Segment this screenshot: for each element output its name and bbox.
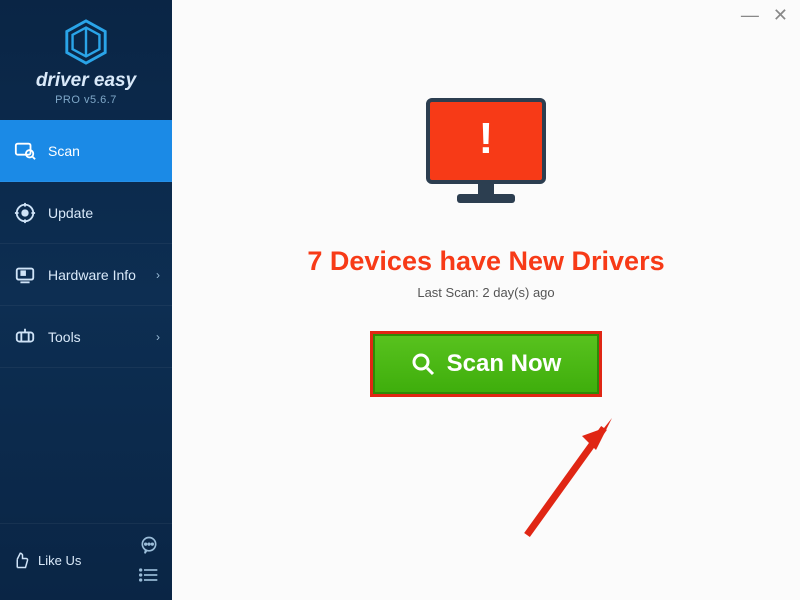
update-icon bbox=[14, 202, 36, 224]
last-scan-text: Last Scan: 2 day(s) ago bbox=[417, 285, 554, 300]
monitor-screen: ! bbox=[426, 98, 546, 184]
sidebar: driver easy PRO v5.6.7 Scan Update Ha bbox=[0, 0, 172, 600]
window-controls: — ✕ bbox=[729, 0, 800, 30]
exclamation-icon: ! bbox=[479, 114, 494, 164]
app-window: — ✕ driver easy PRO v5.6.7 Scan bbox=[0, 0, 800, 600]
brand-name: driver easy bbox=[36, 70, 136, 92]
hardware-info-icon bbox=[14, 264, 36, 286]
sidebar-item-scan[interactable]: Scan bbox=[0, 120, 172, 182]
scan-now-label: Scan Now bbox=[447, 350, 562, 378]
sidebar-item-update[interactable]: Update bbox=[0, 182, 172, 244]
brand-logo-icon bbox=[62, 18, 110, 66]
sidebar-item-label: Scan bbox=[48, 143, 80, 159]
menu-button[interactable] bbox=[138, 564, 160, 586]
monitor-alert-graphic: ! bbox=[421, 98, 551, 218]
monitor-stand-neck bbox=[478, 184, 494, 194]
tools-icon bbox=[14, 326, 36, 348]
sidebar-item-label: Update bbox=[48, 205, 93, 221]
thumbs-up-icon bbox=[12, 551, 30, 569]
scan-now-button[interactable]: Scan Now bbox=[373, 334, 600, 394]
sidebar-corner-icons bbox=[138, 534, 160, 586]
status-headline: 7 Devices have New Drivers bbox=[307, 246, 664, 277]
sidebar-nav: Scan Update Hardware Info › Tools bbox=[0, 120, 172, 368]
monitor-stand-base bbox=[457, 194, 515, 203]
scan-icon bbox=[14, 140, 36, 162]
brand-block: driver easy PRO v5.6.7 bbox=[0, 0, 172, 120]
sidebar-item-tools[interactable]: Tools › bbox=[0, 306, 172, 368]
sidebar-item-hardware-info[interactable]: Hardware Info › bbox=[0, 244, 172, 306]
sidebar-item-label: Hardware Info bbox=[48, 267, 136, 283]
minimize-button[interactable]: — bbox=[741, 6, 759, 24]
annotation-arrow-icon bbox=[512, 410, 632, 540]
close-button[interactable]: ✕ bbox=[773, 6, 788, 24]
main-panel: ! 7 Devices have New Drivers Last Scan: … bbox=[172, 0, 800, 600]
chevron-right-icon: › bbox=[156, 330, 160, 344]
feedback-button[interactable] bbox=[138, 534, 160, 556]
sidebar-item-label: Tools bbox=[48, 329, 81, 345]
brand-version: PRO v5.6.7 bbox=[55, 94, 117, 106]
list-icon bbox=[139, 565, 159, 585]
like-us-button[interactable]: Like Us bbox=[12, 551, 81, 569]
chevron-right-icon: › bbox=[156, 268, 160, 282]
sidebar-footer: Like Us bbox=[0, 523, 172, 600]
chat-icon bbox=[139, 535, 159, 555]
like-us-label: Like Us bbox=[38, 553, 81, 568]
search-icon bbox=[411, 352, 435, 376]
